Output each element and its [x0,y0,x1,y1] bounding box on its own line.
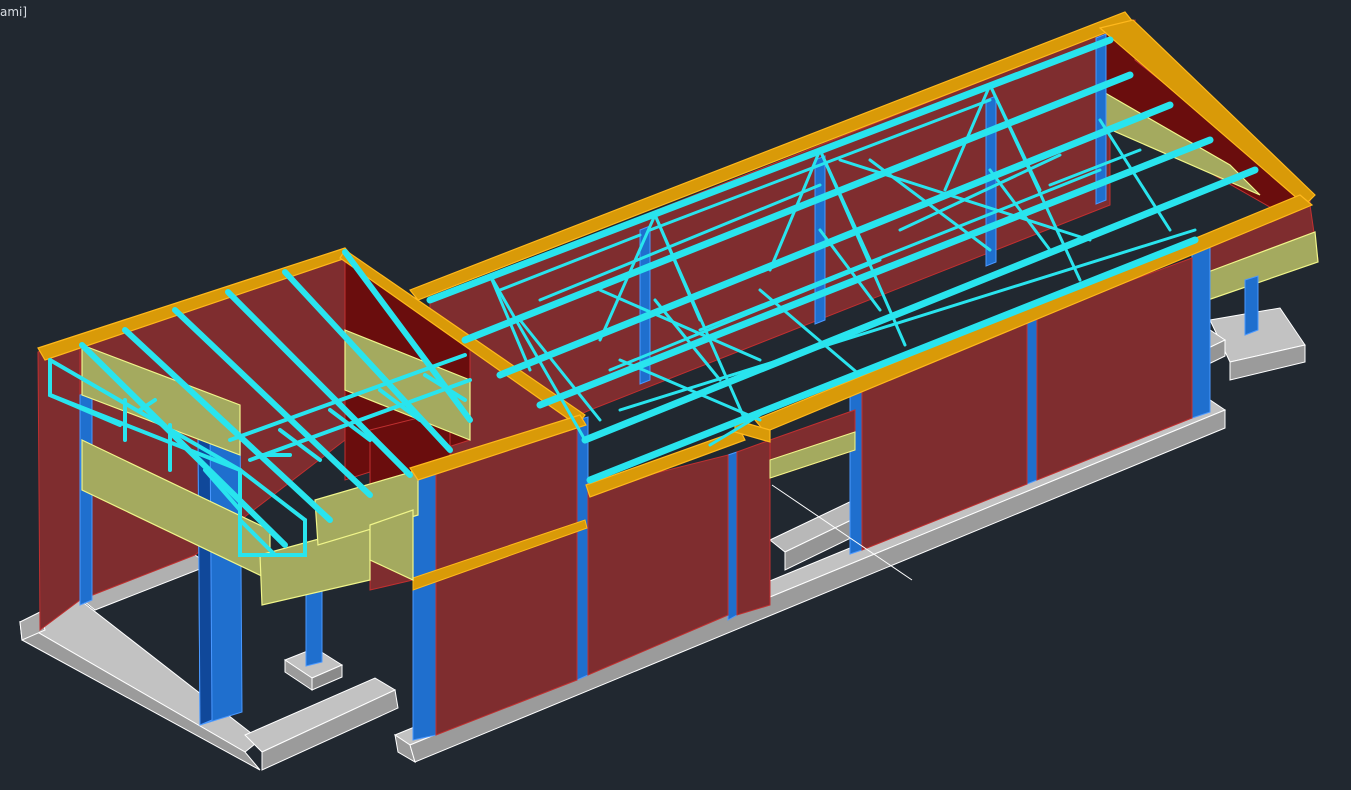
column-right-end [1244,275,1259,336]
column-front-opening [727,451,738,621]
left-end-wall [37,337,81,631]
column-front-right-2 [1026,314,1038,485]
front-wall-panel-3 [736,439,771,616]
column-front-right-end [1191,239,1211,419]
structural-3d-model[interactable] [0,0,1351,790]
column-front-right-mid [849,375,863,555]
column-front-mid [576,416,589,681]
model-viewport[interactable]: ami] [0,0,1351,790]
column-left-end [79,391,93,606]
